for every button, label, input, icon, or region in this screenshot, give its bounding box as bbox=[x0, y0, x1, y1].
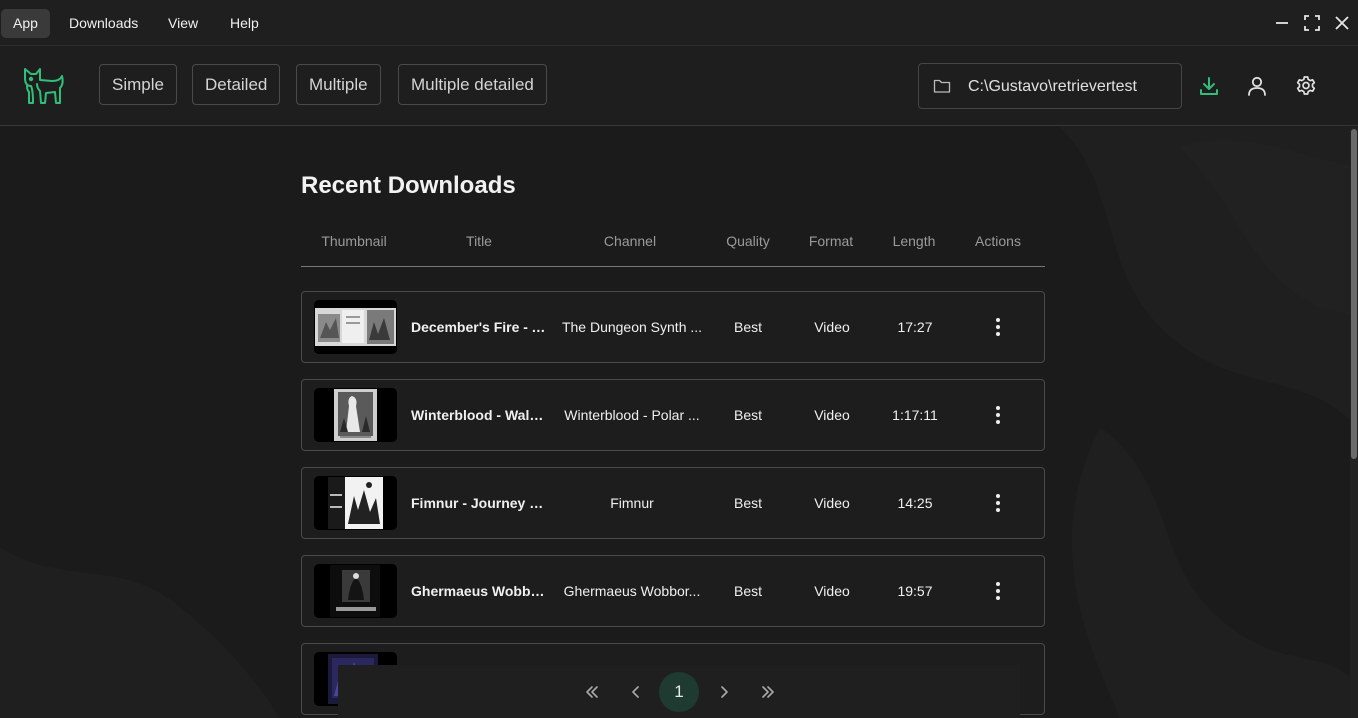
col-header-channel[interactable]: Channel bbox=[580, 233, 680, 249]
row-channel: Winterblood - Polar ... bbox=[564, 407, 700, 423]
next-page-icon[interactable] bbox=[714, 682, 734, 702]
col-header-format[interactable]: Format bbox=[801, 233, 861, 249]
user-icon[interactable] bbox=[1245, 74, 1269, 98]
download-icon[interactable] bbox=[1197, 74, 1221, 98]
video-thumbnail[interactable] bbox=[314, 300, 397, 354]
menu-view[interactable]: View bbox=[156, 9, 210, 38]
prev-page-icon[interactable] bbox=[626, 682, 646, 702]
mode-multiple-detailed-button[interactable]: Multiple detailed bbox=[398, 64, 547, 105]
main-content: Recent Downloads Thumbnail Title Channel… bbox=[0, 127, 1358, 718]
row-length: 14:25 bbox=[897, 495, 933, 511]
row-length: 19:57 bbox=[897, 583, 933, 599]
row-title: Winterblood - Walde... bbox=[411, 407, 549, 423]
row-length: 17:27 bbox=[897, 319, 933, 335]
last-page-icon[interactable] bbox=[758, 682, 778, 702]
menu-help[interactable]: Help bbox=[218, 9, 271, 38]
table-row[interactable]: Winterblood - Walde... Winterblood - Pol… bbox=[301, 379, 1045, 451]
row-channel: Fimnur bbox=[610, 495, 654, 511]
row-quality: Best bbox=[733, 407, 762, 423]
row-format: Video bbox=[814, 495, 850, 511]
table-row[interactable]: Ghermaeus Wobbor... Ghermaeus Wobbor... … bbox=[301, 555, 1045, 627]
table-row[interactable]: Fimnur - Journey Ho... Fimnur Best Video… bbox=[301, 467, 1045, 539]
row-title: Fimnur - Journey Ho... bbox=[411, 495, 549, 511]
row-channel: Ghermaeus Wobbor... bbox=[563, 583, 701, 599]
video-thumbnail[interactable] bbox=[314, 388, 397, 442]
menu-bar: App Downloads View Help bbox=[0, 0, 1358, 46]
page-title: Recent Downloads bbox=[301, 172, 516, 199]
more-actions-icon[interactable] bbox=[990, 316, 1006, 338]
video-thumbnail[interactable] bbox=[314, 564, 397, 618]
mode-detailed-button[interactable]: Detailed bbox=[192, 64, 281, 105]
close-icon[interactable] bbox=[1331, 12, 1353, 34]
gear-icon[interactable] bbox=[1294, 74, 1318, 98]
menu-downloads[interactable]: Downloads bbox=[57, 9, 150, 38]
row-format: Video bbox=[814, 319, 850, 335]
col-header-actions: Actions bbox=[975, 233, 1021, 249]
toolbar: Simple Detailed Multiple Multiple detail… bbox=[0, 46, 1358, 126]
row-length: 1:17:11 bbox=[892, 407, 938, 423]
maximize-icon[interactable] bbox=[1301, 12, 1323, 34]
more-actions-icon[interactable] bbox=[990, 492, 1006, 514]
row-format: Video bbox=[814, 583, 850, 599]
first-page-icon[interactable] bbox=[582, 682, 602, 702]
current-page-button[interactable]: 1 bbox=[659, 672, 699, 712]
row-quality: Best bbox=[733, 319, 762, 335]
dog-logo-icon[interactable] bbox=[22, 66, 66, 106]
table-row[interactable]: December's Fire - A... The Dungeon Synth… bbox=[301, 291, 1045, 363]
folder-icon bbox=[933, 79, 951, 93]
col-header-length[interactable]: Length bbox=[884, 233, 944, 249]
col-header-quality[interactable]: Quality bbox=[718, 233, 778, 249]
row-format: Video bbox=[814, 407, 850, 423]
pagination: 1 bbox=[338, 665, 1020, 718]
more-actions-icon[interactable] bbox=[990, 580, 1006, 602]
row-title: December's Fire - A... bbox=[411, 319, 549, 335]
menu-app[interactable]: App bbox=[1, 9, 50, 38]
scrollbar-thumb[interactable] bbox=[1351, 129, 1357, 459]
header-divider bbox=[301, 266, 1045, 267]
col-header-thumbnail[interactable]: Thumbnail bbox=[305, 233, 403, 249]
row-quality: Best bbox=[733, 495, 762, 511]
video-thumbnail[interactable] bbox=[314, 476, 397, 530]
col-header-title[interactable]: Title bbox=[439, 233, 519, 249]
more-actions-icon[interactable] bbox=[990, 404, 1006, 426]
download-path-text: C:\Gustavo\retrievertest bbox=[968, 78, 1137, 95]
row-quality: Best bbox=[733, 583, 762, 599]
mode-multiple-button[interactable]: Multiple bbox=[296, 64, 381, 105]
minimize-icon[interactable] bbox=[1271, 12, 1293, 34]
mode-simple-button[interactable]: Simple bbox=[99, 64, 177, 105]
row-title: Ghermaeus Wobbor... bbox=[411, 583, 549, 599]
download-path-field[interactable]: C:\Gustavo\retrievertest bbox=[918, 63, 1182, 109]
row-channel: The Dungeon Synth ... bbox=[561, 319, 703, 335]
